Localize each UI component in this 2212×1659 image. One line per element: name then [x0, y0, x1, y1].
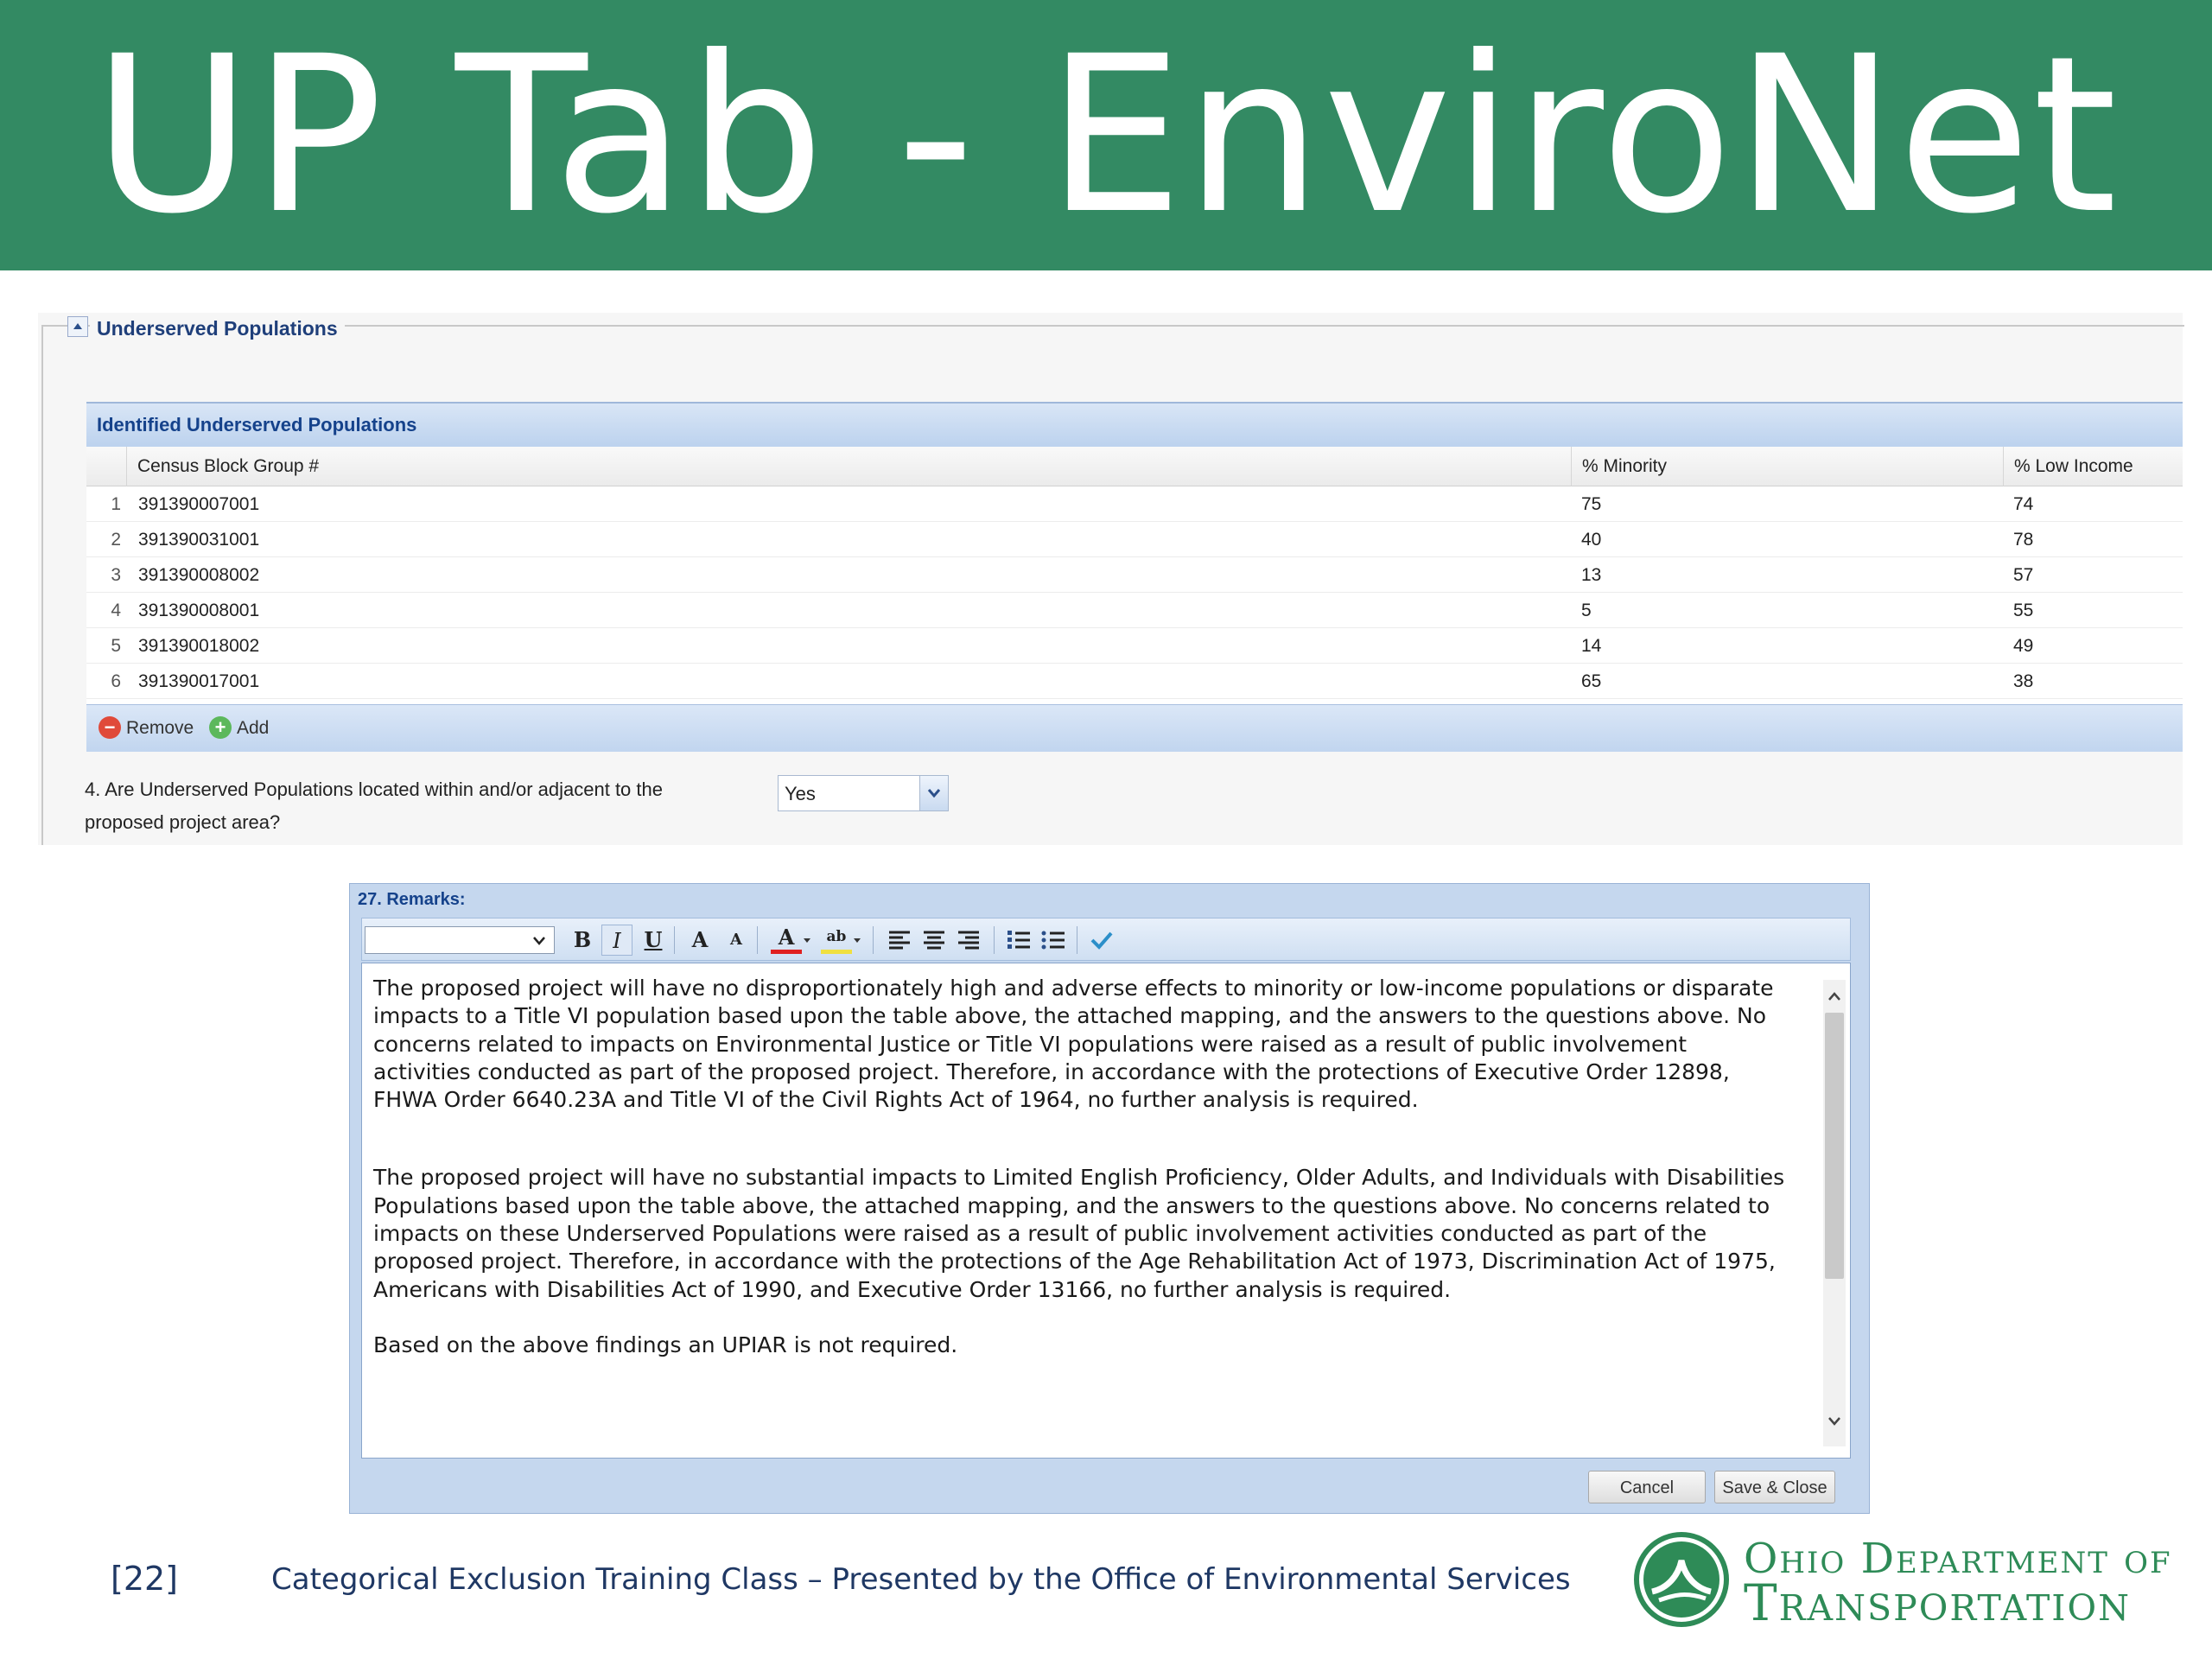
chevron-down-icon[interactable] [852, 937, 862, 945]
low-income-cell: 74 [2013, 494, 2034, 514]
odot-logo-icon [1634, 1532, 1729, 1627]
row-number: 1 [111, 494, 121, 514]
font-color-button[interactable]: A [771, 925, 802, 954]
minority-cell: 40 [1581, 530, 1602, 550]
toolbar-separator [674, 926, 675, 954]
remarks-text[interactable]: The proposed project will have no dispro… [373, 975, 1790, 1359]
row-number: 6 [111, 671, 121, 691]
italic-button[interactable]: I [601, 925, 632, 956]
table-row[interactable]: 6 391390017001 65 38 [86, 664, 2183, 699]
font-select[interactable] [365, 926, 555, 954]
slide-title: UP Tab - EnviroNet [92, 10, 2120, 261]
chevron-down-icon[interactable] [919, 776, 948, 810]
low-income-cell: 57 [2013, 565, 2034, 585]
minority-cell: 65 [1581, 671, 1602, 691]
minority-cell: 13 [1581, 565, 1602, 585]
column-header-census-block[interactable]: Census Block Group # [126, 447, 1571, 486]
column-header-low-income[interactable]: % Low Income [2003, 447, 2183, 486]
grow-font-button[interactable]: A [684, 925, 715, 956]
census-block-cell: 391390031001 [138, 530, 260, 550]
save-close-button[interactable]: Save & Close [1714, 1471, 1835, 1503]
remove-button[interactable]: Remove [126, 704, 194, 752]
spell-check-icon[interactable] [1087, 926, 1116, 954]
table-row[interactable]: 1 391390007001 75 74 [86, 486, 2183, 522]
scrollbar-thumb[interactable] [1825, 1013, 1844, 1279]
low-income-cell: 55 [2013, 601, 2034, 620]
add-button[interactable]: Add [237, 704, 269, 752]
row-number: 3 [111, 565, 121, 585]
chevron-down-icon[interactable] [802, 937, 812, 945]
row-number: 5 [111, 636, 121, 656]
minority-cell: 14 [1581, 636, 1602, 656]
census-block-cell: 391390007001 [138, 494, 260, 514]
numbered-list-icon[interactable] [1006, 928, 1032, 952]
toolbar-separator [994, 926, 995, 954]
remarks-paragraph: The proposed project will have no substa… [373, 1165, 1785, 1302]
census-block-cell: 391390018002 [138, 636, 260, 656]
shrink-font-button[interactable]: A [721, 925, 752, 956]
question-label: 4. Are Underserved Populations located w… [85, 779, 663, 833]
minority-cell: 5 [1581, 601, 1592, 620]
footer-text: Categorical Exclusion Training Class – P… [271, 1562, 1571, 1597]
bold-button[interactable]: B [567, 925, 598, 956]
logo-text-line2: Transportation [1744, 1573, 2131, 1632]
grid-toolbar [86, 704, 2183, 752]
remove-icon[interactable]: − [99, 716, 121, 739]
page-number: [22] [111, 1560, 179, 1598]
underline-button[interactable]: U [638, 925, 669, 956]
align-left-icon[interactable] [887, 928, 912, 952]
remarks-label: 27. Remarks: [358, 890, 466, 909]
row-number: 2 [111, 530, 121, 550]
remarks-paragraph: Based on the above findings an UPIAR is … [373, 1332, 958, 1357]
add-icon[interactable]: + [209, 716, 232, 739]
align-center-icon[interactable] [921, 928, 947, 952]
answer-select-value[interactable]: Yes [785, 777, 816, 811]
section-title: Underserved Populations [90, 313, 345, 344]
census-block-cell: 391390008001 [138, 601, 260, 620]
low-income-cell: 38 [2013, 671, 2034, 691]
toolbar-separator [757, 926, 758, 954]
census-block-cell: 391390017001 [138, 671, 260, 691]
remarks-paragraph: The proposed project will have no dispro… [373, 976, 1774, 1113]
bullet-list-icon[interactable] [1040, 928, 1066, 952]
low-income-cell: 78 [2013, 530, 2034, 550]
scroll-up-icon[interactable] [1823, 985, 1846, 1007]
table-row[interactable]: 4 391390008001 5 55 [86, 593, 2183, 628]
grid-title: Identified Underserved Populations [97, 414, 417, 435]
table-row[interactable]: 3 391390008002 13 57 [86, 557, 2183, 593]
scroll-down-icon[interactable] [1823, 1410, 1846, 1433]
align-right-icon[interactable] [956, 928, 982, 952]
toolbar-separator [873, 926, 874, 954]
highlight-button[interactable]: ab [821, 925, 852, 954]
column-header-minority[interactable]: % Minority [1571, 447, 2003, 486]
minority-cell: 75 [1581, 494, 1602, 514]
census-block-cell: 391390008002 [138, 565, 260, 585]
row-number: 4 [111, 601, 121, 620]
table-row[interactable]: 2 391390031001 40 78 [86, 522, 2183, 557]
table-row[interactable]: 5 391390018002 14 49 [86, 628, 2183, 664]
collapse-toggle-icon[interactable] [67, 316, 88, 337]
chevron-down-icon [533, 937, 545, 945]
cancel-button[interactable]: Cancel [1588, 1471, 1706, 1503]
low-income-cell: 49 [2013, 636, 2034, 656]
